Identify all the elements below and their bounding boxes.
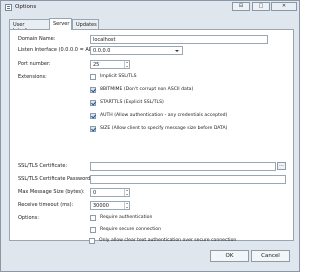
checkmark-icon — [90, 87, 96, 93]
checkmark-icon — [90, 100, 96, 106]
domain-name-label: Domain Name: — [18, 36, 56, 42]
tab-updates[interactable]: Updates — [72, 19, 99, 29]
window-title: Options — [15, 4, 37, 10]
spin-arrows-icon[interactable] — [124, 61, 129, 68]
window-app-icon — [5, 4, 12, 11]
checkbox-label: STARTTLS (Explicit SSL/TLS) — [100, 100, 164, 105]
max-message-size-value: 0 — [93, 190, 97, 196]
checkbox-icon — [90, 74, 96, 80]
options-label: Options: — [18, 215, 39, 221]
receive-timeout-value: 30000 — [93, 203, 109, 209]
checkbox-icon — [90, 227, 96, 233]
receive-timeout-label: Receive timeout (ms): — [18, 202, 74, 208]
checkmark-icon — [90, 126, 96, 132]
tab-user-interface[interactable]: User Interface — [9, 19, 50, 34]
listen-interface-label: Listen Interface (0.0.0.0 = ALL): — [18, 47, 98, 53]
max-message-size-label: Max Message Size (bytes): — [18, 189, 85, 195]
checkbox-label: Only allow clear text authentication ove… — [99, 238, 237, 243]
restore-button[interactable]: ⊟ — [232, 2, 250, 11]
cancel-button[interactable]: Cancel — [251, 250, 290, 262]
spin-arrows-icon[interactable] — [124, 202, 129, 209]
checkbox-label: AUTH (Allow authentication - any credent… — [100, 113, 228, 118]
browse-certificate-button[interactable]: ... — [277, 162, 286, 170]
ssl-certificate-input[interactable] — [90, 162, 276, 171]
checkmark-icon — [90, 113, 96, 119]
options-window: Options ⊟ □ ✕ User Interface Server Upda… — [0, 0, 300, 272]
maximize-button[interactable]: □ — [252, 2, 270, 11]
checkbox-icon — [90, 215, 96, 221]
checkbox-label: 8BITMIME (Don't corrupt non ASCII data) — [100, 87, 194, 92]
port-number-value: 25 — [93, 62, 100, 68]
ssl-certificate-password-input[interactable] — [90, 175, 286, 184]
checkbox-label: Implicit SSL/TLS — [100, 74, 137, 79]
max-message-size-stepper[interactable]: 0 — [90, 188, 130, 197]
ssl-certificate-label: SSL/TLS Certificate: — [18, 163, 68, 169]
port-number-stepper[interactable]: 25 — [90, 60, 130, 69]
checkbox-icon — [89, 238, 95, 244]
domain-name-input[interactable]: localhost — [90, 35, 268, 44]
spin-arrows-icon[interactable] — [124, 189, 129, 196]
checkbox-label: Require secure connection — [100, 227, 162, 232]
checkbox-label: SIZE (Allow client to specify message si… — [100, 126, 228, 131]
checkbox-label: Require authentication — [100, 215, 153, 220]
close-button[interactable]: ✕ — [271, 2, 297, 11]
extensions-label: Extensions: — [18, 74, 47, 80]
receive-timeout-stepper[interactable]: 30000 — [90, 201, 130, 210]
tab-server[interactable]: Server — [49, 18, 72, 30]
server-tab-panel: Domain Name: localhost Listen Interface … — [9, 29, 294, 241]
ssl-certificate-password-label: SSL/TLS Certificate Password: — [18, 176, 93, 182]
ok-button[interactable]: OK — [210, 250, 249, 262]
listen-interface-select[interactable]: 0.0.0.0 — [90, 46, 183, 55]
title-bar[interactable]: Options ⊟ □ ✕ — [1, 1, 299, 14]
listen-interface-value: 0.0.0.0 — [93, 48, 111, 54]
port-number-label: Port number: — [18, 61, 51, 67]
